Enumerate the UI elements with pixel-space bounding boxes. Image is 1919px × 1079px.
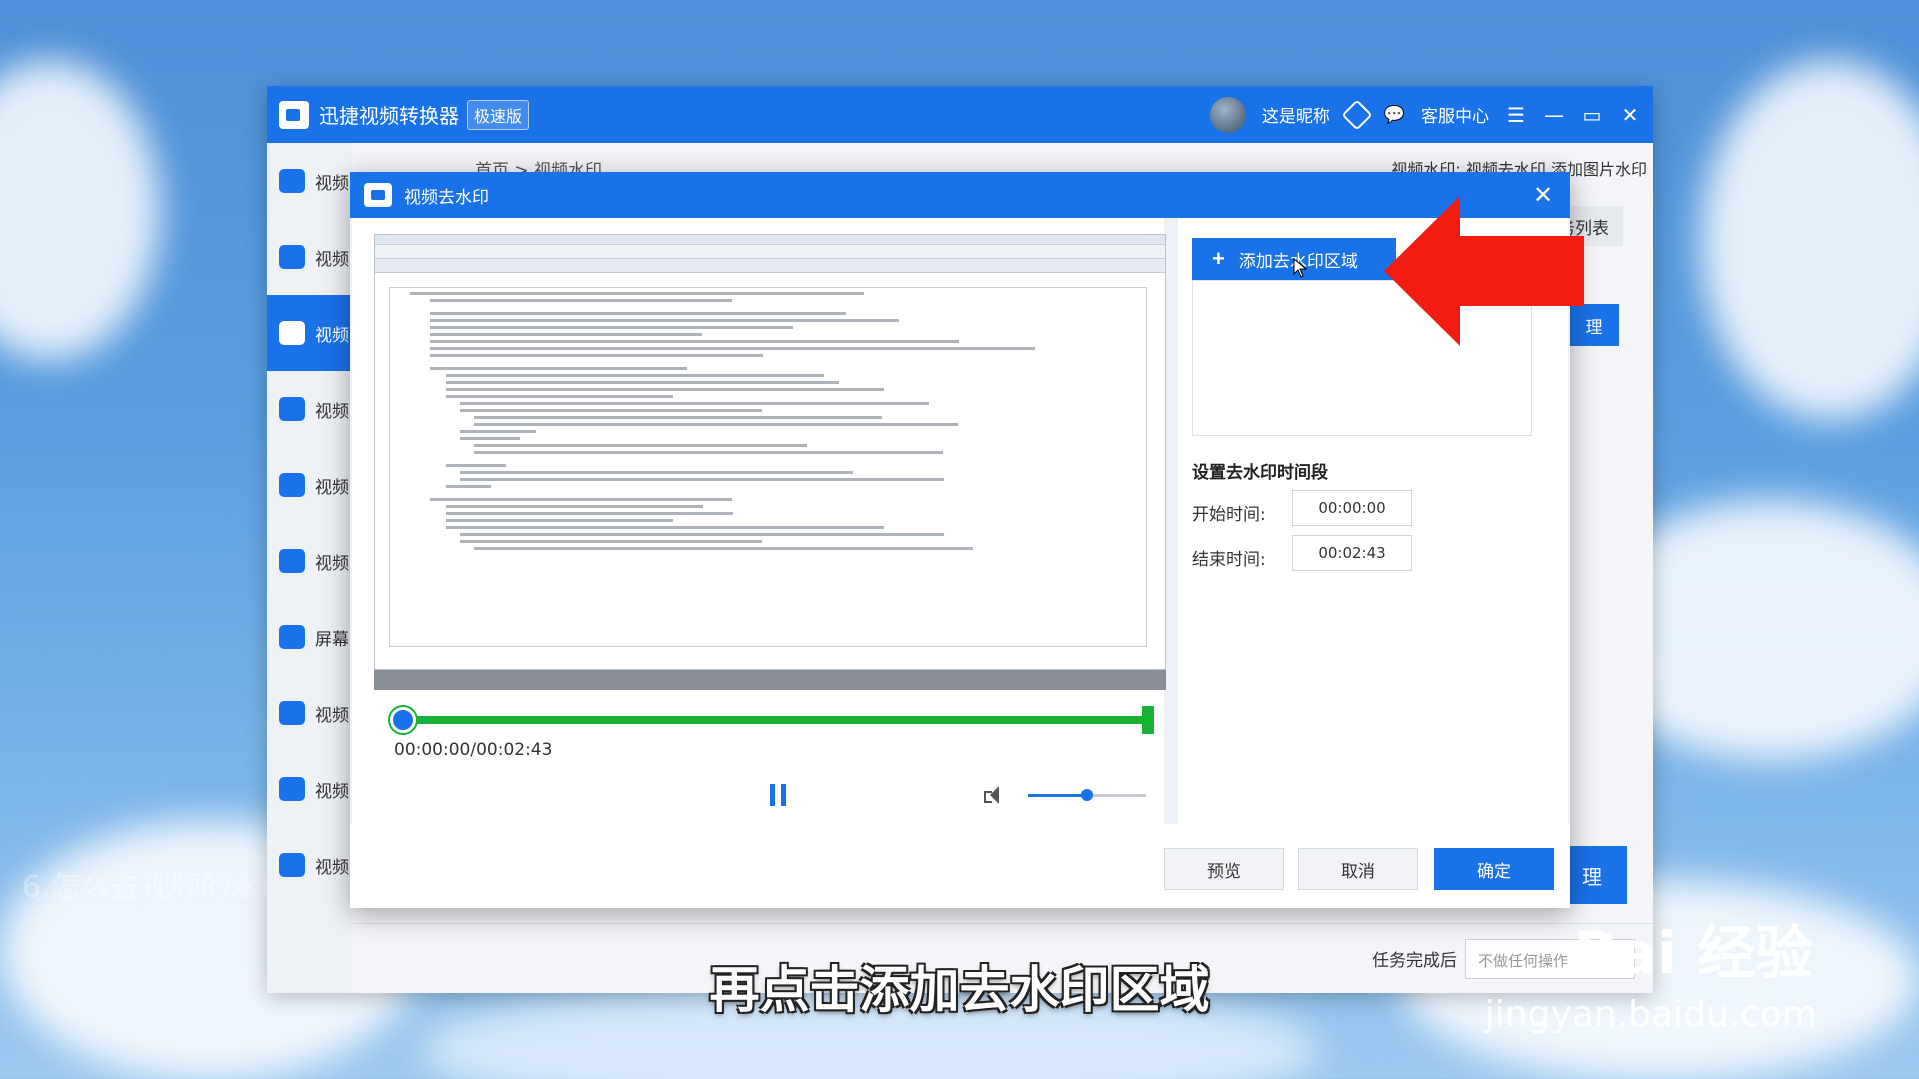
sidebar-item[interactable]: 视频	[267, 371, 352, 447]
camera-icon	[279, 245, 305, 269]
sidebar-item[interactable]: 屏幕	[267, 599, 352, 675]
video-icon	[279, 169, 305, 193]
edit-icon	[279, 853, 305, 877]
sidebar-item-label: 视频	[315, 477, 349, 498]
ide-toolbar	[375, 259, 1165, 273]
sidebar-item-label: 视频	[315, 249, 349, 270]
video-letterbox	[374, 670, 1166, 690]
maximize-icon[interactable]: ▭	[1581, 103, 1603, 127]
chat-icon[interactable]: 💬	[1384, 105, 1405, 125]
gif-icon	[279, 549, 305, 573]
folder-icon	[279, 473, 305, 497]
dialog-footer: 预览 取消 确定	[350, 824, 1570, 908]
section-title: 设置去水印时间段	[1192, 463, 1328, 483]
sidebar-item[interactable]: 视频	[267, 523, 352, 599]
watermark-icon	[279, 321, 305, 345]
start-time-label: 开始时间:	[1192, 505, 1266, 525]
volume-icon[interactable]	[984, 786, 1006, 804]
playback-progress[interactable]	[390, 706, 1154, 734]
app-title: 迅捷视频转换器	[319, 104, 459, 128]
vip-icon[interactable]	[1341, 98, 1373, 131]
minimize-icon[interactable]: —	[1543, 103, 1565, 127]
sidebar-item-label: 屏幕	[315, 629, 349, 650]
close-icon[interactable]: ✕	[1619, 103, 1641, 127]
volume-fill	[1028, 794, 1087, 797]
dialog-logo-icon	[364, 183, 392, 207]
red-arrow-icon	[1384, 196, 1584, 346]
sidebar-item[interactable]: 视频	[267, 447, 352, 523]
video-frame	[374, 234, 1166, 670]
time-display: 00:00:00/00:02:43	[394, 740, 553, 760]
ghost-title: 6.怎么去视频的水印	[22, 870, 291, 905]
progress-end-handle[interactable]	[1142, 706, 1154, 734]
user-name[interactable]: 这是昵称	[1262, 102, 1330, 127]
ide-menubar	[375, 245, 1165, 259]
sidebar-item-active[interactable]: 视频	[267, 295, 352, 371]
video-preview[interactable]	[374, 234, 1166, 690]
baidu-jingyan-logo: Bai 经验	[1573, 919, 1813, 987]
ide-titlebar	[375, 235, 1165, 245]
service-link[interactable]: 客服中心	[1421, 102, 1489, 127]
sidebar-item[interactable]: 视频	[267, 827, 352, 903]
mouse-cursor-icon	[1293, 258, 1307, 278]
sidebar-item-label: 视频	[315, 705, 349, 726]
sidebar-item[interactable]: 视频	[267, 675, 352, 751]
merge-icon	[279, 777, 305, 801]
sidebar-item[interactable]: 视频	[267, 751, 352, 827]
avatar[interactable]	[1209, 96, 1246, 133]
edition-badge: 极速版	[467, 99, 530, 130]
sidebar-item-label: 视频	[315, 401, 349, 422]
menu-icon[interactable]: ☰	[1505, 103, 1527, 127]
volume-slider[interactable]	[1028, 789, 1146, 801]
baidu-jingyan-url: jingyan.baidu.com	[1484, 994, 1817, 1035]
plus-icon: +	[1212, 246, 1225, 271]
preview-button[interactable]: 预览	[1164, 848, 1284, 890]
pause-icon[interactable]	[768, 784, 788, 806]
cancel-button[interactable]: 取消	[1298, 848, 1418, 890]
end-time-input[interactable]: 00:02:43	[1292, 535, 1412, 571]
app-logo-icon	[279, 100, 309, 129]
preview-panel: 00:00:00/00:02:43	[352, 218, 1166, 824]
code-area	[389, 287, 1147, 647]
progress-start-handle[interactable]	[390, 707, 416, 733]
file-icon	[279, 397, 305, 421]
sidebar: 视频 视频 视频 视频 视频 视频 屏幕 视频 视频 视频	[267, 143, 352, 993]
sidebar-item-label: 视频	[315, 781, 349, 802]
sidebar-item-label: 视频	[315, 553, 349, 574]
sidebar-item-label: 视频	[315, 857, 349, 878]
volume-knob[interactable]	[1081, 789, 1093, 801]
screen-record-icon	[279, 625, 305, 649]
compress-icon	[279, 701, 305, 725]
end-time-label: 结束时间:	[1192, 550, 1266, 570]
start-time-input[interactable]: 00:00:00	[1292, 490, 1412, 526]
confirm-button[interactable]: 确定	[1434, 848, 1554, 890]
sidebar-item-label: 视频	[315, 173, 349, 194]
sidebar-item[interactable]: 视频	[267, 143, 352, 219]
cloud	[0, 60, 160, 360]
app-titlebar: 迅捷视频转换器 极速版 这是昵称 💬 客服中心 ☰ — ▭ ✕	[267, 86, 1653, 143]
sidebar-item[interactable]: 视频	[267, 219, 352, 295]
cloud	[1700, 60, 1919, 420]
sidebar-item-label: 视频	[315, 325, 349, 346]
dialog-title: 视频去水印	[404, 187, 489, 208]
